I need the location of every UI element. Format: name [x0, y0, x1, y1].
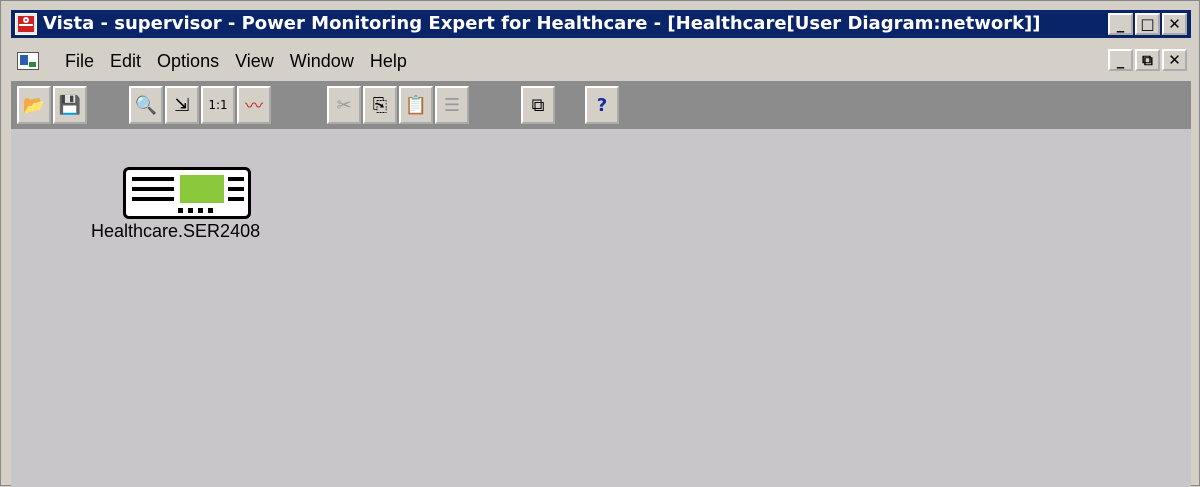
menu-view[interactable]: View: [227, 50, 282, 72]
copy-icon[interactable]: ⎘: [363, 86, 397, 124]
help-icon[interactable]: ?: [585, 86, 619, 124]
meter-device-icon[interactable]: [123, 167, 251, 219]
cut-icon[interactable]: ✂: [327, 86, 361, 124]
zoom-icon[interactable]: 🔍: [129, 86, 163, 124]
document-icon[interactable]: [17, 52, 39, 70]
trend-icon[interactable]: 〰: [237, 86, 271, 124]
toolbar: 📂 💾 🔍 ⇲ 1:1 〰 ✂ ⎘ 📋 ☰ ⧉ ?: [11, 81, 1191, 129]
menu-help[interactable]: Help: [362, 50, 415, 72]
doc-minimize-button[interactable]: _: [1108, 49, 1133, 71]
doc-close-button[interactable]: ✕: [1162, 49, 1187, 71]
minimize-button[interactable]: _: [1108, 13, 1133, 35]
paste-icon[interactable]: 📋: [399, 86, 433, 124]
doc-restore-button[interactable]: ⧉: [1135, 49, 1160, 71]
menu-file[interactable]: File: [57, 50, 102, 72]
device-label[interactable]: Healthcare.SER2408: [91, 221, 260, 242]
menu-options[interactable]: Options: [149, 50, 227, 72]
vista-app-icon[interactable]: [15, 13, 37, 35]
menu-bar: File Edit Options View Window Help _ ⧉ ✕: [11, 45, 1191, 75]
window-title: Vista - supervisor - Power Monitoring Ex…: [43, 13, 1041, 34]
open-folder-icon[interactable]: 📂: [17, 86, 51, 124]
list-icon[interactable]: ☰: [435, 86, 469, 124]
window-switch-icon[interactable]: ⧉: [521, 86, 555, 124]
actual-size-icon[interactable]: 1:1: [201, 86, 235, 124]
title-bar[interactable]: Vista - supervisor - Power Monitoring Ex…: [11, 10, 1191, 38]
save-icon[interactable]: 💾: [53, 86, 87, 124]
fit-window-icon[interactable]: ⇲: [165, 86, 199, 124]
menu-window[interactable]: Window: [282, 50, 362, 72]
menu-edit[interactable]: Edit: [102, 50, 149, 72]
diagram-workspace[interactable]: Healthcare.SER2408: [11, 129, 1191, 487]
app-window: Vista - supervisor - Power Monitoring Ex…: [0, 0, 1200, 487]
maximize-button[interactable]: □: [1135, 13, 1160, 35]
close-button[interactable]: ✕: [1162, 13, 1187, 35]
